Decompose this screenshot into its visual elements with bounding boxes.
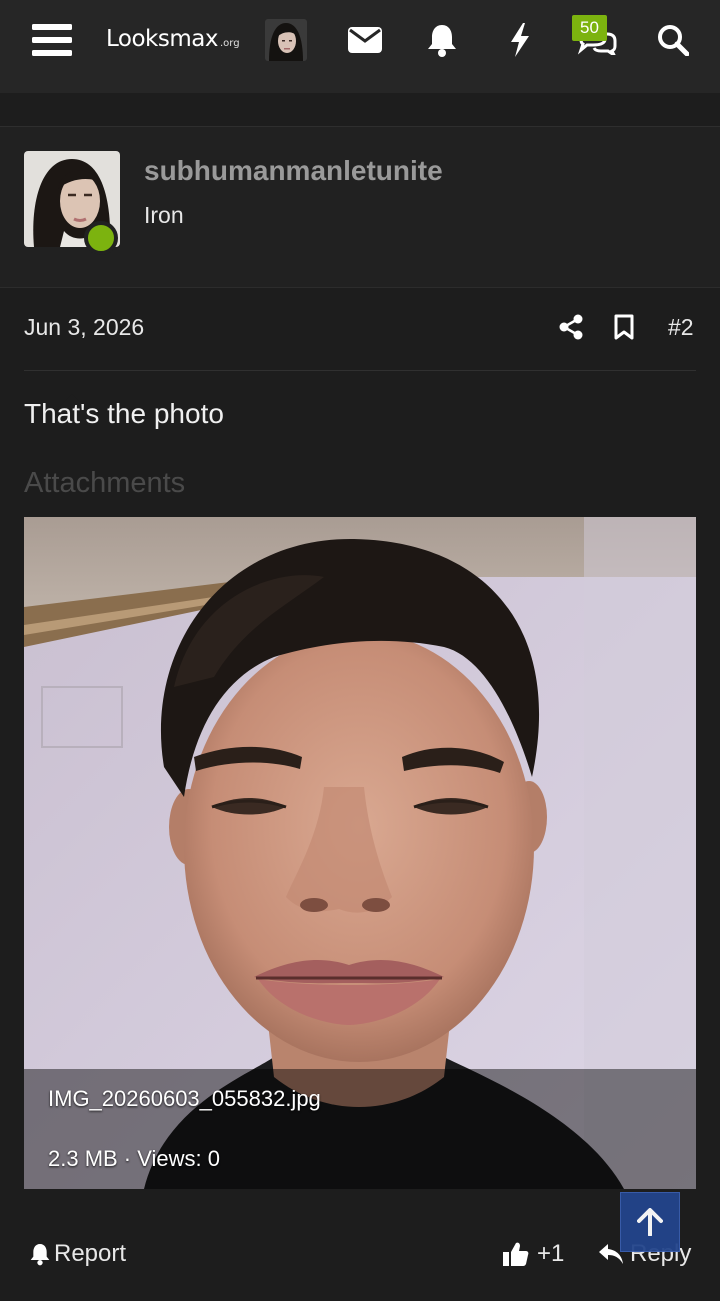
post-body-text: That's the photo bbox=[24, 398, 224, 429]
attachment-filename: IMG_20260603_055832.jpg bbox=[48, 1086, 321, 1111]
account-avatar[interactable] bbox=[265, 19, 307, 61]
post-header-divider bbox=[24, 370, 696, 371]
arrow-up-icon bbox=[637, 1208, 663, 1236]
bookmark-button[interactable] bbox=[610, 310, 638, 344]
bell-icon bbox=[30, 1244, 50, 1266]
attachment-meta: 2.3 MB · Views: 0 bbox=[48, 1146, 220, 1171]
menu-icon bbox=[32, 24, 72, 56]
post-number-link[interactable]: #2 bbox=[668, 314, 694, 341]
site-logo[interactable]: Looksmax .org bbox=[106, 26, 240, 56]
inbox-button[interactable] bbox=[344, 20, 386, 60]
scroll-to-top-button[interactable] bbox=[620, 1192, 680, 1252]
mail-icon bbox=[348, 27, 382, 53]
logo-tld-text: .org bbox=[219, 38, 240, 49]
author-username[interactable]: subhumanmanletunite bbox=[144, 155, 443, 187]
attachments-heading: Attachments bbox=[24, 467, 186, 499]
bolt-icon bbox=[511, 23, 529, 57]
top-nav-bar: Looksmax .org 50 bbox=[0, 0, 720, 93]
report-button[interactable]: Report bbox=[30, 1238, 126, 1270]
share-icon bbox=[559, 314, 583, 340]
post-author-block: subhumanmanletunite Iron bbox=[0, 127, 720, 414]
search-icon bbox=[658, 25, 689, 56]
bookmark-icon bbox=[614, 314, 634, 340]
thumbs-up-icon bbox=[503, 1242, 529, 1266]
like-count: +1 bbox=[537, 1240, 565, 1267]
whats-new-button[interactable] bbox=[500, 20, 540, 60]
search-button[interactable] bbox=[652, 20, 694, 60]
alerts-button[interactable] bbox=[422, 20, 462, 60]
attachment-thumbnail[interactable]: IMG_20260603_055832.jpg 2.3 MB · Views: … bbox=[24, 517, 696, 1189]
like-button[interactable]: +1 bbox=[503, 1238, 564, 1270]
conversations-count-badge: 50 bbox=[572, 15, 607, 41]
bell-icon bbox=[428, 25, 456, 57]
report-label: Report bbox=[54, 1240, 127, 1267]
author-rank-title: Iron bbox=[144, 202, 184, 228]
menu-button[interactable] bbox=[30, 20, 74, 60]
online-status-indicator bbox=[84, 221, 118, 255]
sub-nav-strip bbox=[0, 93, 720, 127]
share-button[interactable] bbox=[556, 310, 586, 344]
account-avatar-image bbox=[265, 19, 307, 61]
attachment-info-overlay: IMG_20260603_055832.jpg 2.3 MB · Views: … bbox=[24, 1069, 696, 1189]
post-date-link[interactable]: Jun 3, 2026 bbox=[24, 314, 144, 341]
logo-main-text: Looksmax bbox=[106, 26, 218, 52]
